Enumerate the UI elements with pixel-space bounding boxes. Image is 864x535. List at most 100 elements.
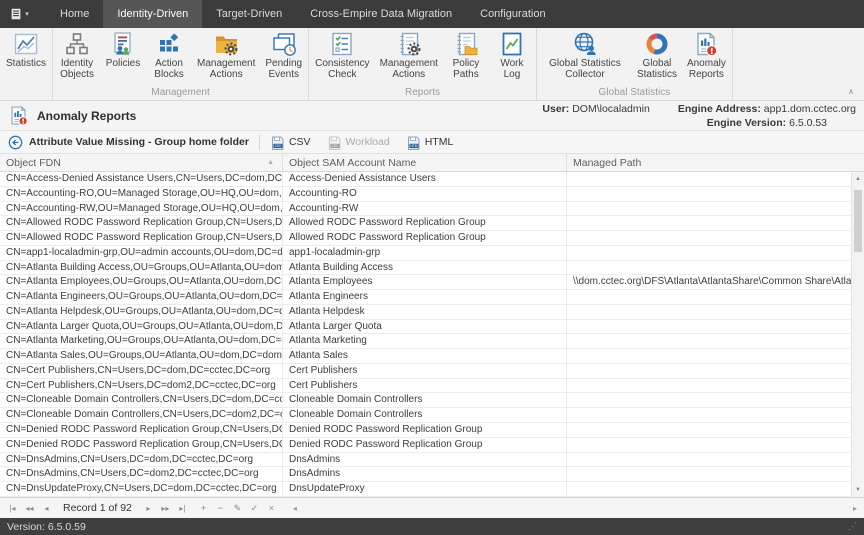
cell-managed-path	[567, 438, 851, 452]
tab-configuration[interactable]: Configuration	[466, 0, 559, 28]
table-row[interactable]: CN=Cert Publishers,CN=Users,DC=dom2,DC=c…	[0, 379, 864, 394]
column-header-object-sam-account-name[interactable]: Object SAM Account Name	[283, 154, 567, 171]
table-row[interactable]: CN=Atlanta Sales,OU=Groups,OU=Atlanta,OU…	[0, 349, 864, 364]
svg-text:CSV: CSV	[275, 144, 282, 148]
pending-events-button[interactable]: Pending Events	[260, 28, 307, 80]
delete-record-button[interactable]: −	[213, 501, 228, 516]
cell-managed-path	[567, 349, 851, 363]
cell-object-fdn: CN=Accounting-RW,OU=Managed Storage,OU=H…	[0, 202, 283, 216]
anomaly-reports-button[interactable]: Anomaly Reports	[682, 28, 731, 80]
pending-events-icon	[271, 31, 297, 57]
management-actions-button[interactable]: Management Actions	[375, 28, 443, 80]
horizontal-scrollbar[interactable]: ◂ ▸	[290, 498, 860, 518]
cancel-edit-button[interactable]: ×	[264, 501, 279, 516]
statistics-button[interactable]: Statistics	[1, 28, 51, 70]
column-label: Object SAM Account Name	[289, 157, 416, 169]
app-menu-button[interactable]: ▾	[0, 0, 38, 28]
data-grid: CN=Access-Denied Assistance Users,CN=Use…	[0, 172, 864, 497]
global-statistics-collector-icon	[572, 31, 598, 57]
scroll-down-icon[interactable]: ▼	[852, 483, 864, 497]
vertical-scrollbar[interactable]: ▲ ▼	[851, 172, 864, 497]
management-actions-button[interactable]: Management Actions	[192, 28, 260, 80]
table-row[interactable]: CN=Atlanta Employees,OU=Groups,OU=Atlant…	[0, 275, 864, 290]
cell-managed-path	[567, 393, 851, 407]
table-row[interactable]: CN=DnsAdmins,CN=Users,DC=dom2,DC=cctec,D…	[0, 467, 864, 482]
cell-managed-path	[567, 261, 851, 275]
global-statistics-button[interactable]: Global Statistics	[632, 28, 682, 80]
table-row[interactable]: CN=Access-Denied Assistance Users,CN=Use…	[0, 172, 864, 187]
ribbon-group-management: Identity Objects Policies Action BlocksMan…	[53, 28, 309, 100]
end-edit-button[interactable]: ✓	[247, 501, 262, 516]
consistency-check-icon	[329, 31, 355, 57]
table-row[interactable]: CN=Accounting-RW,OU=Managed Storage,OU=H…	[0, 202, 864, 217]
last-record-button[interactable]: ▸|	[175, 501, 190, 516]
consistency-check-button[interactable]: Consistency Check	[310, 28, 374, 80]
table-row[interactable]: CN=Atlanta Marketing,OU=Groups,OU=Atlant…	[0, 334, 864, 349]
policy-paths-button[interactable]: Policy Paths	[443, 28, 489, 80]
prev-record-button[interactable]: ◂	[39, 501, 54, 516]
scroll-left-icon[interactable]: ◂	[290, 504, 300, 513]
management-actions-report-icon	[396, 31, 422, 57]
tab-identity-driven[interactable]: Identity-Driven	[103, 0, 202, 28]
identity-objects-button[interactable]: Identity Objects	[54, 28, 100, 80]
collapse-ribbon-icon[interactable]: ∧	[848, 87, 854, 96]
horizontal-scrollbar-track[interactable]	[300, 498, 850, 518]
page-title: Anomaly Reports	[37, 109, 136, 123]
action-blocks-button[interactable]: Action Blocks	[146, 28, 192, 80]
tab-target-driven[interactable]: Target-Driven	[202, 0, 296, 28]
work-log-button[interactable]: Work Log	[489, 28, 535, 80]
resize-grip-icon[interactable]: ⋰	[848, 522, 857, 531]
ribbon-button-label: Action Blocks	[151, 59, 187, 80]
table-row[interactable]: CN=Cert Publishers,CN=Users,DC=dom,DC=cc…	[0, 364, 864, 379]
back-button[interactable]: Attribute Value Missing - Group home fol…	[8, 135, 249, 150]
cell-object-fdn: CN=Access-Denied Assistance Users,CN=Use…	[0, 172, 283, 186]
table-row[interactable]: CN=DnsUpdateProxy,CN=Users,DC=dom,DC=cct…	[0, 482, 864, 497]
next-page-button[interactable]: ▸▸	[158, 501, 173, 516]
cell-object-fdn: CN=Denied RODC Password Replication Grou…	[0, 423, 283, 437]
export-button-label: HTML	[425, 136, 454, 148]
tab-cross-empire-data-migration[interactable]: Cross-Empire Data Migration	[296, 0, 466, 28]
edit-record-button[interactable]: ✎	[230, 501, 245, 516]
cell-object-sam-account-name: Cert Publishers	[283, 379, 567, 393]
next-record-button[interactable]: ▸	[141, 501, 156, 516]
table-row[interactable]: CN=Denied RODC Password Replication Grou…	[0, 438, 864, 453]
cell-managed-path	[567, 187, 851, 201]
table-row[interactable]: CN=app1-localadmin-grp,OU=admin accounts…	[0, 246, 864, 261]
table-row[interactable]: CN=Atlanta Larger Quota,OU=Groups,OU=Atl…	[0, 320, 864, 335]
table-row[interactable]: CN=DnsAdmins,CN=Users,DC=dom,DC=cctec,DC…	[0, 453, 864, 468]
table-row[interactable]: CN=Atlanta Helpdesk,OU=Groups,OU=Atlanta…	[0, 305, 864, 320]
table-row[interactable]: CN=Cloneable Domain Controllers,CN=Users…	[0, 393, 864, 408]
ribbon-button-label: Policies	[105, 59, 141, 70]
table-row[interactable]: CN=Atlanta Engineers,OU=Groups,OU=Atlant…	[0, 290, 864, 305]
table-row[interactable]: CN=Denied RODC Password Replication Grou…	[0, 423, 864, 438]
prev-page-button[interactable]: ◂◂	[22, 501, 37, 516]
svg-text:CSV: CSV	[331, 144, 338, 148]
cell-object-fdn: CN=Atlanta Helpdesk,OU=Groups,OU=Atlanta…	[0, 305, 283, 319]
global-statistics-collector-button[interactable]: Global Statistics Collector	[538, 28, 632, 80]
chevron-down-icon: ▾	[25, 11, 29, 18]
cell-object-sam-account-name: Accounting-RW	[283, 202, 567, 216]
svg-text:HTM: HTM	[410, 144, 417, 148]
column-header-object-fdn[interactable]: Object FDN ▲	[0, 154, 283, 171]
table-row[interactable]: CN=Allowed RODC Password Replication Gro…	[0, 231, 864, 246]
cell-managed-path	[567, 216, 851, 230]
scroll-up-icon[interactable]: ▲	[852, 172, 864, 186]
export-workload-button: CSV Workload	[327, 135, 390, 150]
html-file-icon: HTM	[406, 135, 421, 150]
cell-managed-path	[567, 320, 851, 334]
column-header-managed-path[interactable]: Managed Path	[567, 154, 864, 171]
tab-home[interactable]: Home	[46, 0, 103, 28]
ribbon-button-label: Anomaly Reports	[687, 59, 726, 80]
append-record-button[interactable]: +	[196, 501, 211, 516]
table-row[interactable]: CN=Cloneable Domain Controllers,CN=Users…	[0, 408, 864, 423]
vertical-scrollbar-thumb[interactable]	[854, 190, 862, 252]
export-button-label: Workload	[346, 136, 390, 148]
table-row[interactable]: CN=Allowed RODC Password Replication Gro…	[0, 216, 864, 231]
first-record-button[interactable]: |◂	[5, 501, 20, 516]
table-row[interactable]: CN=Accounting-RO,OU=Managed Storage,OU=H…	[0, 187, 864, 202]
scroll-right-icon[interactable]: ▸	[850, 504, 860, 513]
policies-button[interactable]: Policies	[100, 28, 146, 70]
table-row[interactable]: CN=Atlanta Building Access,OU=Groups,OU=…	[0, 261, 864, 276]
export-csv-button[interactable]: CSVCSV	[270, 135, 311, 150]
export-html-button[interactable]: HTM HTML	[406, 135, 454, 150]
